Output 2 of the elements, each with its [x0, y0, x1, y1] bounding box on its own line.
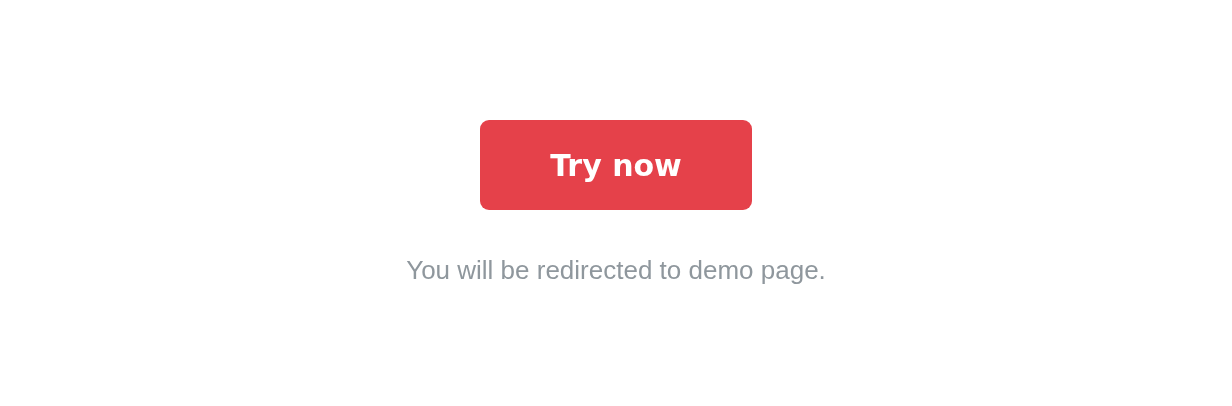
try-now-button[interactable]: Try now — [480, 120, 752, 210]
redirect-note: You will be redirected to demo page. — [406, 254, 826, 287]
